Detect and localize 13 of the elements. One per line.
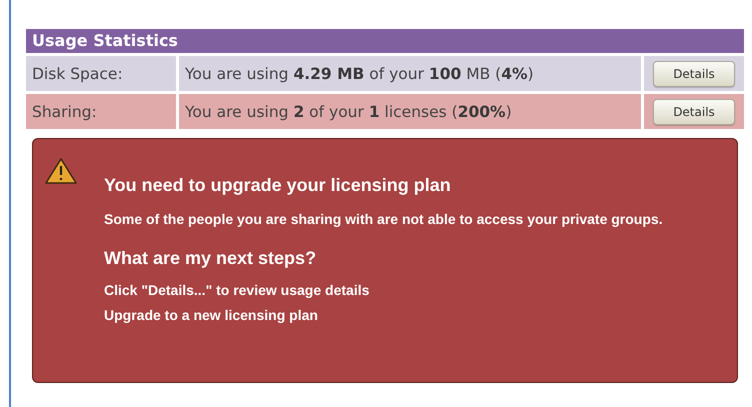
row-label: Disk Space:: [26, 56, 176, 91]
row-label: Sharing:: [26, 94, 176, 129]
warning-icon: [44, 157, 78, 185]
details-button[interactable]: Details: [653, 60, 735, 86]
steps-heading: What are my next steps?: [104, 248, 318, 269]
usage-value: You are using 4.29 MB of your 100 MB (4%): [179, 56, 641, 91]
alert-title: You need to upgrade your licensing plan: [104, 175, 452, 196]
next-step: Click "Details..." to review usage details: [104, 282, 717, 298]
next-step: Upgrade to a new licensing plan: [104, 307, 717, 323]
table-header: Usage Statistics: [26, 29, 744, 56]
alert-message: Some of the people you are sharing with are not able to access your private groups.: [104, 211, 664, 228]
details-button[interactable]: Details: [653, 98, 735, 124]
usage-value: You are using 2 of your 1 licenses (200%): [179, 94, 641, 129]
